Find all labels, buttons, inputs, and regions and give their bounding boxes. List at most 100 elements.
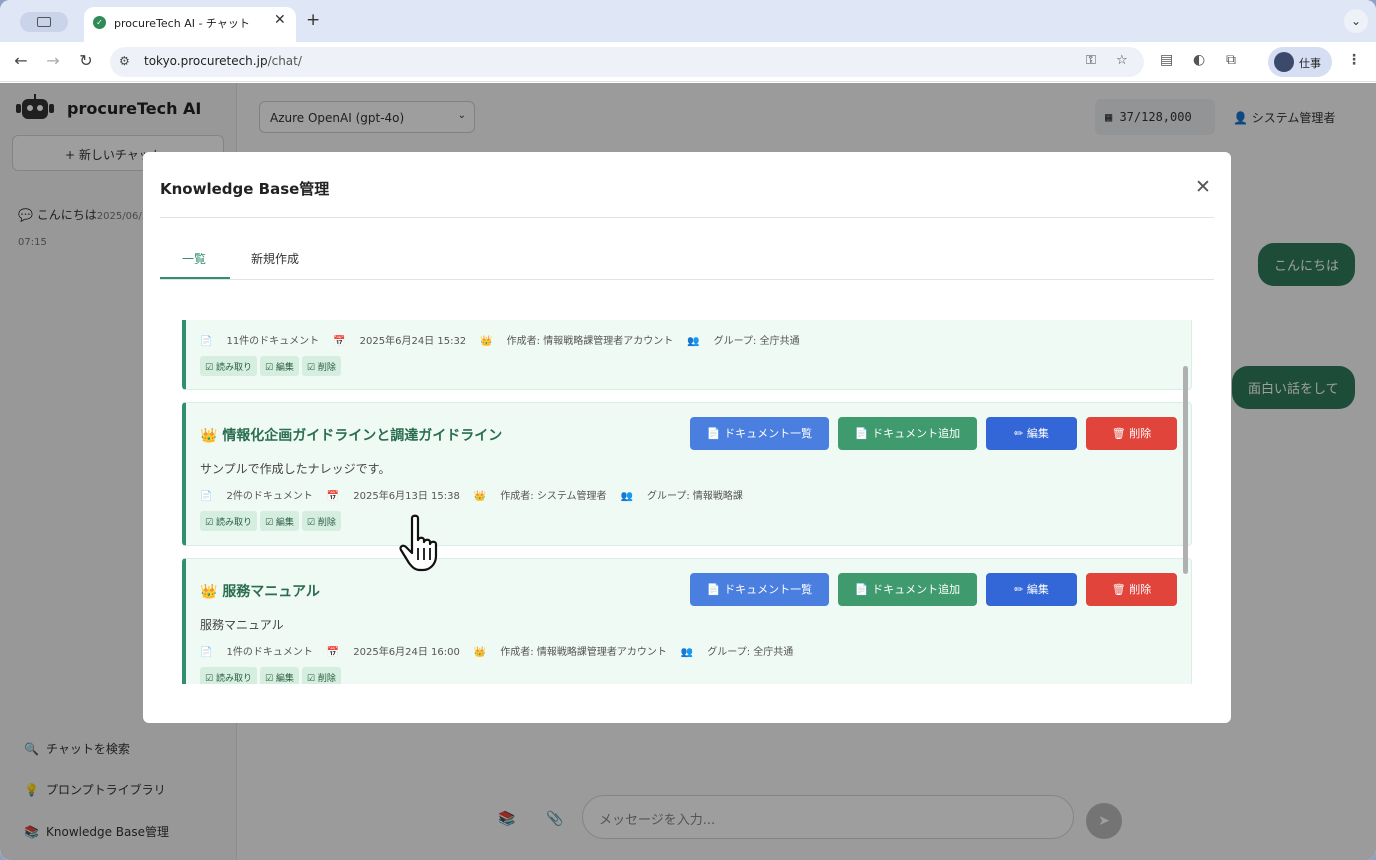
permission-read: ☑ 読み取り (200, 511, 257, 531)
delete-button[interactable]: 🗑 削除 (1086, 573, 1177, 606)
card-meta: 📄 2件のドキュメント 📅 2025年6月13日 15:38 👑 作成者: システム管理者… (200, 487, 757, 502)
favicon-check-icon: ✓ (93, 16, 106, 29)
permission-edit: ☑ 編集 (259, 511, 299, 531)
button-label: ドキュメント一覧 (724, 583, 813, 596)
add-document-button[interactable]: 📄 ドキュメント追加 (838, 417, 977, 450)
delete-button[interactable]: 🗑 削除 (1086, 417, 1177, 450)
hand-cursor-icon (399, 514, 438, 572)
card-meta: 📄 11件のドキュメント 📅 2025年6月24日 15:32 👑 作成者: 情報戦略課管… (200, 332, 814, 347)
created-date: 2025年6月24日 16:00 (353, 647, 460, 658)
permission-edit: ☑ 編集 (259, 356, 299, 376)
card-title: 👑 服務マニュアル (200, 581, 320, 601)
permission-read: ☑ 読み取り (200, 356, 257, 376)
site-info-icon[interactable]: ⚙ (119, 54, 130, 68)
group-icon: 👥 (687, 336, 700, 347)
permission-badges: ☑ 読み取り ☑ 編集 ☑ 削除 (200, 510, 344, 531)
tab-create[interactable]: 新規作成 (251, 250, 299, 267)
group: グループ: 情報戦略課 (646, 491, 743, 502)
calendar-icon: 📅 (326, 647, 340, 658)
close-icon[interactable]: ✕ (1195, 176, 1211, 198)
permission-label: 編集 (275, 363, 294, 373)
creator: 作成者: 情報戦略課管理者アカウント (500, 647, 667, 658)
trash-icon: 🗑 (1111, 583, 1130, 596)
document-icon: 📄 (706, 583, 725, 596)
button-label: ドキュメント追加 (872, 583, 961, 596)
permission-badges: ☑ 読み取り ☑ 編集 ☑ 削除 (200, 666, 344, 684)
divider (160, 217, 1214, 218)
url-path: /chat/ (267, 54, 302, 68)
tab-title: procureTech AI - チャット (114, 17, 250, 30)
permission-label: 読み取り (215, 518, 252, 528)
address-bar[interactable]: ⚙ tokyo.procuretech.jp/chat/ ⚿ ☆ (110, 47, 1144, 77)
crown-icon: 👑 (200, 584, 223, 600)
star-icon[interactable]: ☆ (1116, 53, 1128, 68)
document-icon: 📄 (200, 336, 213, 347)
add-document-button[interactable]: 📄 ドキュメント追加 (838, 573, 977, 606)
card-meta: 📄 1件のドキュメント 📅 2025年6月24日 16:00 👑 作成者: 情報戦略課管理… (200, 643, 807, 658)
browser-window: ✓ procureTech AI - チャット ✕ + ⌄ ← → ↻ ⚙ to… (0, 0, 1376, 860)
knowledge-base-card: 👑 情報化企画ガイドラインと調達ガイドライン 📄 ドキュメント一覧 📄 ドキュメ… (182, 402, 1192, 546)
knowledge-base-modal: Knowledge Base管理 ✕ 一覧 新規作成 📄 11件のドキュメント 📅 2… (143, 152, 1231, 723)
permission-delete: ☑ 削除 (301, 667, 341, 684)
permission-delete: ☑ 削除 (301, 511, 341, 531)
creator: 作成者: 情報戦略課管理者アカウント (506, 336, 674, 347)
scrollbar-thumb[interactable] (1183, 366, 1188, 574)
extensions-icon[interactable]: ⧉ (1226, 52, 1236, 68)
created-date: 2025年6月13日 15:38 (353, 491, 460, 502)
url-host: tokyo.procuretech.jp (144, 54, 268, 68)
edit-button[interactable]: ✏ 編集 (986, 573, 1077, 606)
back-icon[interactable]: ← (10, 51, 32, 70)
crown-icon: 👑 (473, 647, 487, 658)
new-tab-icon[interactable]: + (306, 10, 320, 30)
permission-label: 削除 (317, 674, 336, 684)
tab-group-button[interactable] (20, 12, 68, 32)
browser-toolbar: ← → ↻ ⚙ tokyo.procuretech.jp/chat/ ⚿ ☆ ▤… (0, 42, 1376, 82)
doc-count: 2件のドキュメント (226, 491, 313, 502)
edit-button[interactable]: ✏ 編集 (986, 417, 1077, 450)
permission-delete: ☑ 削除 (301, 356, 341, 376)
card-title-text: 情報化企画ガイドラインと調達ガイドライン (222, 428, 503, 444)
document-list-button[interactable]: 📄 ドキュメント一覧 (690, 417, 829, 450)
pencil-icon: ✏ (1014, 427, 1027, 440)
document-icon: 📄 (854, 583, 873, 596)
key-icon[interactable]: ⚿ (1086, 53, 1096, 68)
shield-icon[interactable]: ◐ (1193, 52, 1205, 68)
permission-label: 編集 (275, 674, 294, 684)
modal-tabs: 一覧 新規作成 (160, 238, 1214, 280)
knowledge-base-list: 📄 11件のドキュメント 📅 2025年6月24日 15:32 👑 作成者: 情報戦略課管… (182, 320, 1192, 684)
knowledge-base-card: 📄 11件のドキュメント 📅 2025年6月24日 15:32 👑 作成者: 情報戦略課管… (182, 320, 1192, 390)
group-icon: 👥 (680, 647, 694, 658)
modal-title: Knowledge Base管理 (160, 180, 330, 198)
reload-icon[interactable]: ↻ (75, 51, 97, 70)
profile-button[interactable]: 仕事 (1268, 47, 1332, 77)
tab-search-chevron-icon[interactable]: ⌄ (1344, 9, 1368, 33)
forward-icon[interactable]: → (42, 51, 64, 70)
creator: 作成者: システム管理者 (500, 491, 607, 502)
button-label: ドキュメント一覧 (724, 427, 813, 440)
document-list-button[interactable]: 📄 ドキュメント一覧 (690, 573, 829, 606)
knowledge-base-card: 👑 服務マニュアル 📄 ドキュメント一覧 📄 ドキュメント追加 ✏ 編集 🗑 削… (182, 558, 1192, 684)
document-icon: 📄 (200, 491, 213, 502)
button-label: 編集 (1026, 583, 1049, 596)
group: グループ: 全庁共通 (713, 336, 800, 347)
browser-tab[interactable]: ✓ procureTech AI - チャット ✕ (84, 7, 296, 42)
close-tab-icon[interactable]: ✕ (274, 12, 286, 28)
calendar-icon: 📅 (333, 336, 346, 347)
document-icon: 📄 (706, 427, 725, 440)
group: グループ: 全庁共通 (707, 647, 794, 658)
card-description: 服務マニュアル (200, 618, 284, 632)
pencil-icon: ✏ (1014, 583, 1027, 596)
menu-dots-icon[interactable]: ⋮ (1347, 52, 1361, 68)
tab-list[interactable]: 一覧 (182, 250, 206, 267)
media-icon[interactable]: ▤ (1160, 52, 1173, 68)
permission-label: 編集 (275, 518, 294, 528)
permission-edit: ☑ 編集 (259, 667, 299, 684)
card-description: サンプルで作成したナレッジです。 (200, 462, 391, 476)
card-title-text: 服務マニュアル (222, 584, 320, 600)
group-icon: 👥 (620, 491, 633, 502)
doc-count: 11件のドキュメント (226, 336, 320, 347)
permission-badges: ☑ 読み取り ☑ 編集 ☑ 削除 (200, 355, 344, 376)
calendar-icon: 📅 (326, 491, 340, 502)
avatar (1274, 52, 1294, 72)
doc-count: 1件のドキュメント (226, 647, 313, 658)
